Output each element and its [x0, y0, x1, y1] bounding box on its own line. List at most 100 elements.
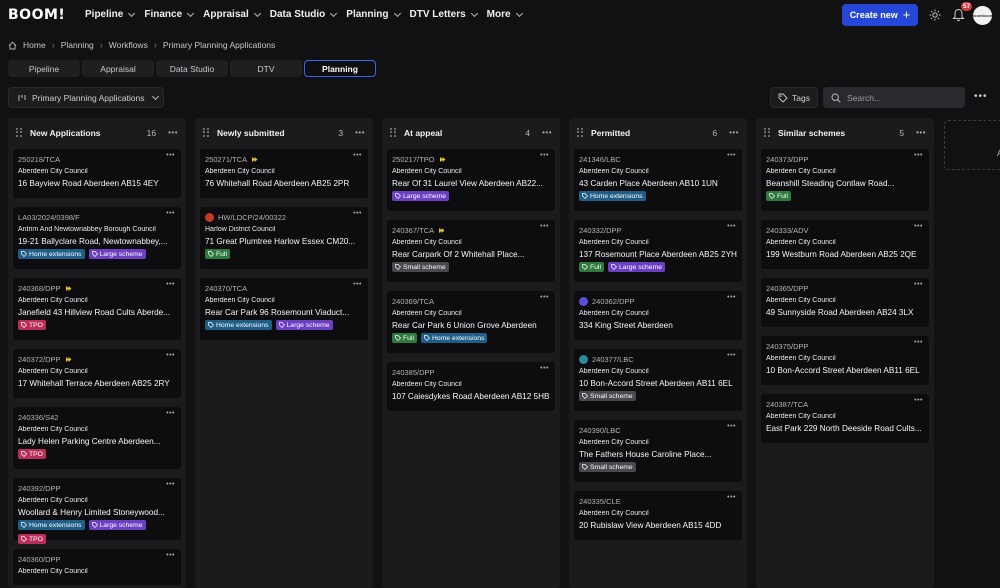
application-card[interactable]: 240387/TCA ••• Aberdeen City Council East P… — [761, 394, 929, 443]
application-card[interactable]: LA03/2024/0398/F ••• Antrim And Newtownabb… — [13, 207, 181, 269]
card-menu-icon[interactable]: ••• — [166, 410, 175, 417]
card-menu-icon[interactable]: ••• — [540, 223, 549, 230]
application-card[interactable]: 250271/TCA ••• Aberdeen City Council 76 Whi… — [200, 149, 368, 198]
card-menu-icon[interactable]: ••• — [914, 223, 923, 230]
card-menu-icon[interactable]: ••• — [727, 294, 736, 301]
application-card[interactable]: 240369/TCA ••• Aberdeen City Council Rear C… — [387, 291, 555, 353]
card-menu-icon[interactable]: ••• — [353, 210, 362, 217]
card-menu-icon[interactable]: ••• — [540, 294, 549, 301]
card-menu-icon[interactable]: ••• — [914, 397, 923, 404]
tag-large-scheme[interactable]: Large scheme — [88, 249, 146, 259]
application-card[interactable]: 250217/TPO ••• Aberdeen City Council Rear O… — [387, 149, 555, 211]
drag-handle-icon[interactable] — [16, 128, 22, 137]
tag-full[interactable]: Full — [205, 249, 230, 259]
column-menu-icon[interactable]: ••• — [168, 128, 178, 137]
boom-logo[interactable]: BOOM! — [8, 7, 65, 23]
nav-pipeline[interactable]: Pipeline — [85, 9, 136, 20]
card-menu-icon[interactable]: ••• — [914, 339, 923, 346]
application-card[interactable]: 240368/DPP ••• Aberdeen City Council Janefi… — [13, 278, 181, 340]
application-card[interactable]: 240333/ADV ••• Aberdeen City Council 199 We… — [761, 220, 929, 269]
card-menu-icon[interactable]: ••• — [166, 210, 175, 217]
application-card[interactable]: 241346/LBC ••• Aberdeen City Council 43 Car… — [574, 149, 742, 211]
application-card[interactable]: 240335/CLE ••• Aberdeen City Council 20 Rub… — [574, 491, 742, 540]
tab-appraisal[interactable]: Appraisal — [82, 60, 154, 77]
tab-planning[interactable]: Planning — [304, 60, 376, 77]
tag-full[interactable]: Full — [392, 333, 417, 343]
card-menu-icon[interactable]: ••• — [727, 223, 736, 230]
card-menu-icon[interactable]: ••• — [914, 281, 923, 288]
breadcrumb-home[interactable]: Home — [23, 40, 46, 50]
application-card[interactable]: 240373/DPP ••• Aberdeen City Council Beansh… — [761, 149, 929, 211]
application-card[interactable]: 250218/TCA ••• Aberdeen City Council 16 Bay… — [13, 149, 181, 198]
add-column-placeholder[interactable]: A — [944, 120, 1000, 170]
tab-pipeline[interactable]: Pipeline — [8, 60, 80, 77]
workflow-select[interactable]: Primary Planning Applications — [8, 87, 164, 108]
application-card[interactable]: 240375/DPP ••• Aberdeen City Council 10 Bon… — [761, 336, 929, 385]
nav-planning[interactable]: Planning — [346, 9, 401, 20]
card-menu-icon[interactable]: ••• — [166, 481, 175, 488]
application-card[interactable]: 240362/DPP ••• Aberdeen City Council 334 Ki… — [574, 291, 742, 340]
card-menu-icon[interactable]: ••• — [166, 152, 175, 159]
theme-toggle-icon[interactable] — [929, 9, 941, 21]
tag-home-extensions[interactable]: Home extensions — [18, 520, 85, 530]
nav-data-studio[interactable]: Data Studio — [270, 9, 338, 20]
application-card[interactable]: 240360/DPP ••• Aberdeen City Council — [13, 549, 181, 585]
avatar[interactable]: boomboom — [972, 6, 993, 25]
application-card[interactable]: 240392/DPP ••• Aberdeen City Council Woolla… — [13, 478, 181, 544]
card-menu-icon[interactable]: ••• — [914, 152, 923, 159]
drag-handle-icon[interactable] — [203, 128, 209, 137]
drag-handle-icon[interactable] — [390, 128, 396, 137]
nav-dtv-letters[interactable]: DTV Letters — [410, 9, 478, 20]
tag-home-extensions[interactable]: Home extensions — [205, 320, 272, 330]
application-card[interactable]: 240390/LBC ••• Aberdeen City Council The Fa… — [574, 420, 742, 482]
drag-handle-icon[interactable] — [577, 128, 583, 137]
tag-small-scheme[interactable]: Small scheme — [392, 262, 449, 272]
application-card[interactable]: 240372/DPP ••• Aberdeen City Council 17 Whi… — [13, 349, 181, 398]
tag-home-extensions[interactable]: Home extensions — [420, 333, 488, 343]
tag-large-scheme[interactable]: Large scheme — [275, 320, 333, 330]
column-menu-icon[interactable]: ••• — [916, 128, 926, 137]
card-menu-icon[interactable]: ••• — [353, 152, 362, 159]
tag-tpo[interactable]: TPO — [18, 534, 46, 544]
tag-tpo[interactable]: TPO — [18, 320, 46, 330]
card-menu-icon[interactable]: ••• — [727, 423, 736, 430]
create-new-button[interactable]: Create new + — [842, 4, 918, 26]
column-menu-icon[interactable]: ••• — [729, 128, 739, 137]
column-menu-icon[interactable]: ••• — [355, 128, 365, 137]
tag-tpo[interactable]: TPO — [18, 449, 46, 459]
card-menu-icon[interactable]: ••• — [166, 352, 175, 359]
nav-finance[interactable]: Finance — [144, 9, 195, 20]
search-input[interactable] — [847, 92, 957, 103]
tag-small-scheme[interactable]: Small scheme — [579, 391, 636, 401]
application-card[interactable]: 240367/TCA ••• Aberdeen City Council Rear C… — [387, 220, 555, 282]
application-card[interactable]: 240365/DPP ••• Aberdeen City Council 49 Sun… — [761, 278, 929, 327]
home-icon[interactable] — [8, 41, 17, 50]
application-card[interactable]: HW/LDCP/24/00322 ••• Harlow District Counc… — [200, 207, 368, 269]
application-card[interactable]: 240336/S42 ••• Aberdeen City Council Lady H… — [13, 407, 181, 469]
card-menu-icon[interactable]: ••• — [727, 494, 736, 501]
nav-more[interactable]: More — [487, 9, 523, 20]
tag-full[interactable]: Full — [579, 262, 604, 272]
tab-data-studio[interactable]: Data Studio — [156, 60, 228, 77]
card-menu-icon[interactable]: ••• — [727, 152, 736, 159]
card-menu-icon[interactable]: ••• — [540, 365, 549, 372]
application-card[interactable]: 240332/DPP ••• Aberdeen City Council 137 Ro… — [574, 220, 742, 282]
tags-button[interactable]: Tags — [770, 87, 818, 108]
application-card[interactable]: 240377/LBC ••• Aberdeen City Council 10 Bon… — [574, 349, 742, 411]
drag-handle-icon[interactable] — [764, 128, 770, 137]
application-card[interactable]: 240385/DPP ••• Aberdeen City Council 107 Ca… — [387, 362, 555, 411]
breadcrumb-planning[interactable]: Planning — [61, 40, 94, 50]
card-menu-icon[interactable]: ••• — [727, 352, 736, 359]
nav-appraisal[interactable]: Appraisal — [203, 9, 261, 20]
tag-large-scheme[interactable]: Large scheme — [88, 520, 146, 530]
column-menu-icon[interactable]: ••• — [542, 128, 552, 137]
tag-home-extensions[interactable]: Home extensions — [579, 191, 646, 201]
tab-dtv[interactable]: DTV — [230, 60, 302, 77]
more-options-icon[interactable]: ••• — [974, 92, 988, 102]
tag-full[interactable]: Full — [766, 191, 791, 201]
breadcrumb-workflows[interactable]: Workflows — [109, 40, 148, 50]
card-menu-icon[interactable]: ••• — [353, 281, 362, 288]
tag-small-scheme[interactable]: Small scheme — [579, 462, 636, 472]
tag-home-extensions[interactable]: Home extensions — [18, 249, 85, 259]
application-card[interactable]: 240370/TCA ••• Aberdeen City Council Rear C… — [200, 278, 368, 340]
